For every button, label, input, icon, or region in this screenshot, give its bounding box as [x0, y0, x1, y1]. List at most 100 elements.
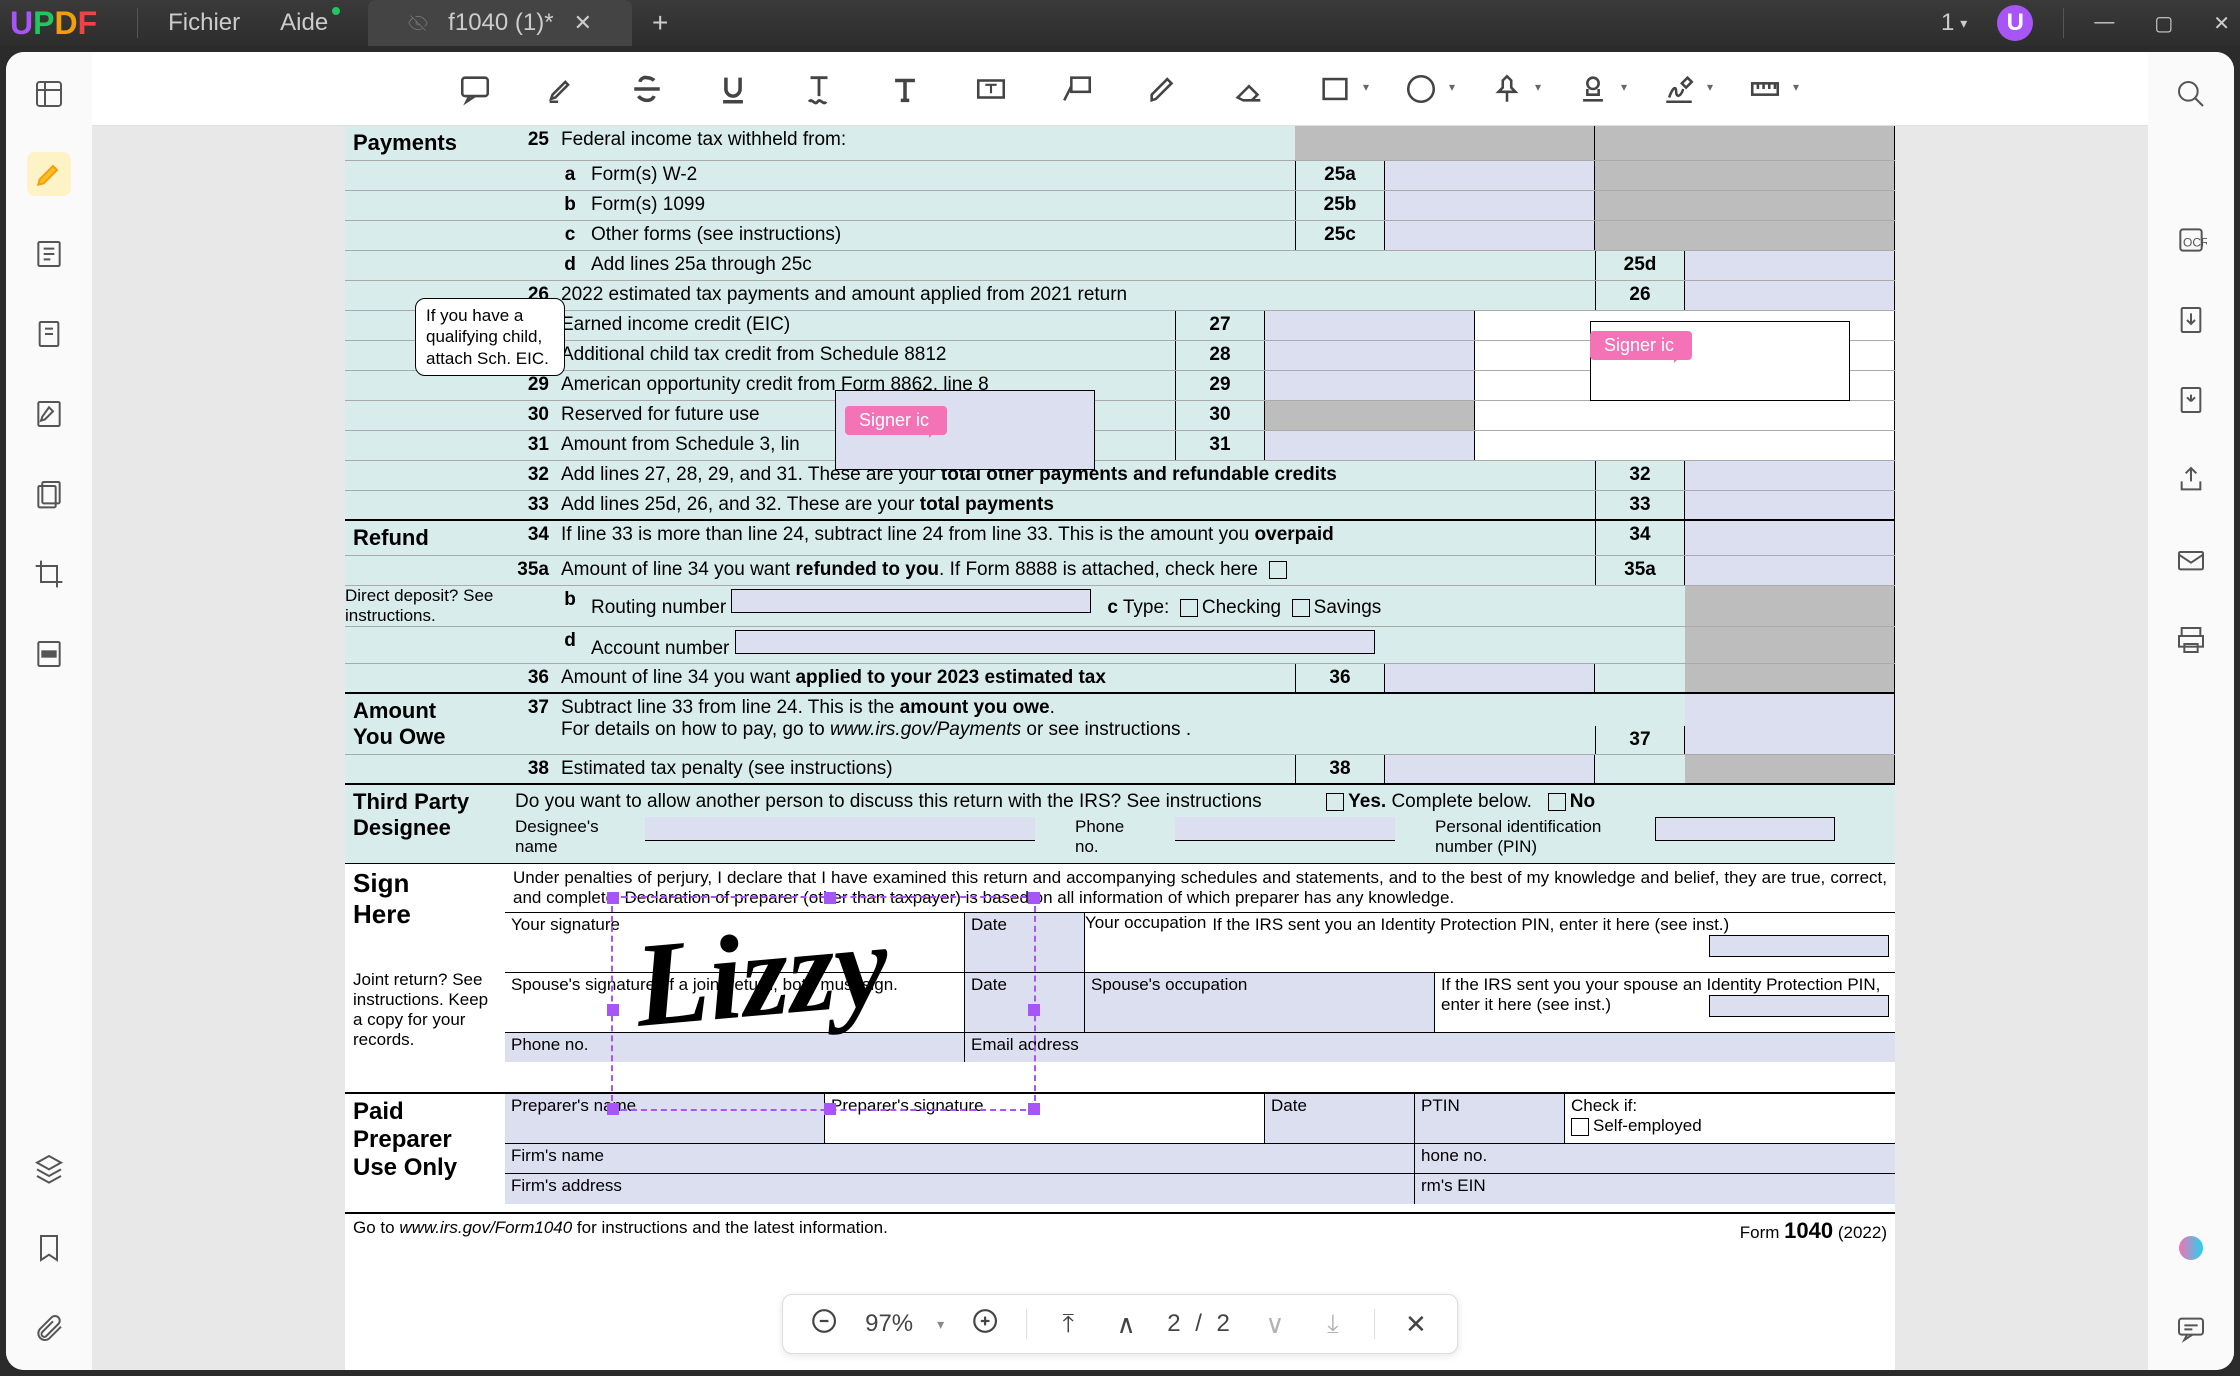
print-icon[interactable] — [2169, 618, 2213, 662]
line-36: 36 — [505, 664, 555, 692]
search-icon[interactable] — [2169, 72, 2213, 116]
spouse-pin-field[interactable] — [1709, 995, 1889, 1017]
field-31[interactable] — [1265, 431, 1475, 460]
sign-tag-1[interactable]: Signer ici — [845, 406, 947, 435]
export-icon[interactable] — [2169, 378, 2213, 422]
section-preparer: PaidPreparerUse Only — [345, 1094, 505, 1212]
form-icon[interactable] — [27, 392, 71, 436]
minimize-button[interactable]: — — [2094, 11, 2114, 36]
compress-icon[interactable] — [2169, 298, 2213, 342]
maximize-button[interactable]: ▢ — [2154, 11, 2173, 36]
underline-icon[interactable] — [713, 69, 753, 109]
line-25d-text: Add lines 25a through 25c — [585, 251, 1295, 280]
page-indicator[interactable]: 2 / 2 — [1167, 1310, 1234, 1338]
edit-icon[interactable] — [27, 232, 71, 276]
field-32[interactable] — [1685, 461, 1895, 490]
eraser-icon[interactable] — [1229, 69, 1269, 109]
self-employed-check[interactable] — [1571, 1118, 1589, 1136]
line-26-text: 2022 estimated tax payments and amount a… — [555, 281, 1295, 310]
menu-file[interactable]: Fichier — [168, 9, 240, 37]
highlight-icon[interactable] — [541, 69, 581, 109]
field-25a[interactable] — [1385, 161, 1595, 190]
field-27[interactable] — [1265, 311, 1475, 340]
pencil-icon[interactable] — [1143, 69, 1183, 109]
signature-icon[interactable] — [1659, 69, 1699, 109]
check-checking[interactable] — [1180, 599, 1198, 617]
ai-icon[interactable] — [2169, 1226, 2213, 1270]
check-savings[interactable] — [1292, 599, 1310, 617]
rectangle-icon[interactable] — [1315, 69, 1355, 109]
routing-field[interactable] — [731, 589, 1091, 613]
document-tab[interactable]: f1040 (1)* ✕ — [368, 0, 632, 46]
field-33[interactable] — [1685, 491, 1895, 519]
tpd-yes-check[interactable] — [1326, 793, 1344, 811]
field-34[interactable] — [1685, 521, 1895, 555]
first-page-button[interactable]: ⤒ — [1051, 1308, 1085, 1340]
crop-icon[interactable] — [27, 552, 71, 596]
close-button[interactable]: ✕ — [2213, 11, 2230, 36]
tab-close[interactable]: ✕ — [574, 10, 592, 36]
firm-addr-label: Firm's address — [511, 1176, 622, 1195]
zoom-out-button[interactable] — [807, 1308, 841, 1341]
field-26[interactable] — [1685, 281, 1895, 310]
comment-icon[interactable] — [455, 69, 495, 109]
tpd-no-check[interactable] — [1548, 793, 1566, 811]
ruler-icon[interactable] — [1745, 69, 1785, 109]
field-35a[interactable] — [1685, 556, 1895, 585]
field-25d[interactable] — [1685, 251, 1895, 280]
pin-icon[interactable] — [1487, 69, 1527, 109]
line-25c-sub: c — [555, 221, 585, 250]
prev-page-button[interactable]: ∧ — [1109, 1309, 1143, 1340]
highlighter-icon[interactable] — [27, 152, 71, 196]
box-26: 26 — [1595, 281, 1685, 310]
redact-icon[interactable] — [27, 632, 71, 676]
last-page-button[interactable]: ⤓ — [1316, 1308, 1350, 1340]
box-37: 37 — [1595, 726, 1685, 754]
callout-icon[interactable] — [1057, 69, 1097, 109]
field-29[interactable] — [1265, 371, 1475, 400]
textbox-icon[interactable] — [971, 69, 1011, 109]
ocr-icon[interactable]: OCR — [2169, 218, 2213, 262]
sign-tag-2[interactable]: Signer ici — [1590, 331, 1692, 360]
zoom-level[interactable]: 97% — [865, 1310, 913, 1338]
new-tab-button[interactable]: + — [652, 7, 668, 39]
check-8888[interactable] — [1269, 561, 1287, 579]
field-37[interactable] — [1685, 694, 1895, 754]
tpd-name-field[interactable] — [645, 817, 1035, 841]
ip-pin-field[interactable] — [1709, 935, 1889, 957]
squiggly-icon[interactable] — [799, 69, 839, 109]
mail-icon[interactable] — [2169, 538, 2213, 582]
tpd-phone-field[interactable] — [1175, 817, 1395, 841]
chat-icon[interactable] — [2169, 1306, 2213, 1350]
stamp-icon[interactable] — [1573, 69, 1613, 109]
close-pagectl-button[interactable]: ✕ — [1399, 1309, 1433, 1340]
layers-icon[interactable] — [27, 1146, 71, 1190]
line-25a-text: Form(s) W-2 — [585, 161, 1295, 190]
share-icon[interactable] — [2169, 458, 2213, 502]
strikethrough-icon[interactable] — [627, 69, 667, 109]
line-25a-sub: a — [555, 161, 585, 190]
your-sig-label: Your signature — [511, 915, 620, 934]
next-page-button[interactable]: ∨ — [1258, 1309, 1292, 1340]
circle-icon[interactable] — [1401, 69, 1441, 109]
menu-help[interactable]: Aide — [280, 9, 328, 37]
field-28[interactable] — [1265, 341, 1475, 370]
field-25c[interactable] — [1385, 221, 1595, 250]
pages-icon[interactable] — [27, 472, 71, 516]
text-icon[interactable] — [885, 69, 925, 109]
bookmark-icon[interactable] — [27, 1226, 71, 1270]
field-36[interactable] — [1385, 664, 1595, 692]
field-38[interactable] — [1385, 755, 1595, 783]
field-25b[interactable] — [1385, 191, 1595, 220]
page-icon[interactable] — [27, 312, 71, 356]
line-25-text: Federal income tax withheld from: — [555, 126, 1295, 160]
attachment-icon[interactable] — [27, 1306, 71, 1350]
selection-box[interactable] — [611, 896, 1036, 1111]
account-field[interactable] — [735, 630, 1375, 654]
avatar[interactable]: U — [1997, 5, 2033, 41]
box-36: 36 — [1295, 664, 1385, 692]
zoom-in-button[interactable] — [968, 1308, 1002, 1341]
tpd-pin-field[interactable] — [1655, 817, 1835, 841]
page-dropdown[interactable]: 1 ▾ — [1941, 9, 1967, 37]
thumbnails-icon[interactable] — [27, 72, 71, 116]
